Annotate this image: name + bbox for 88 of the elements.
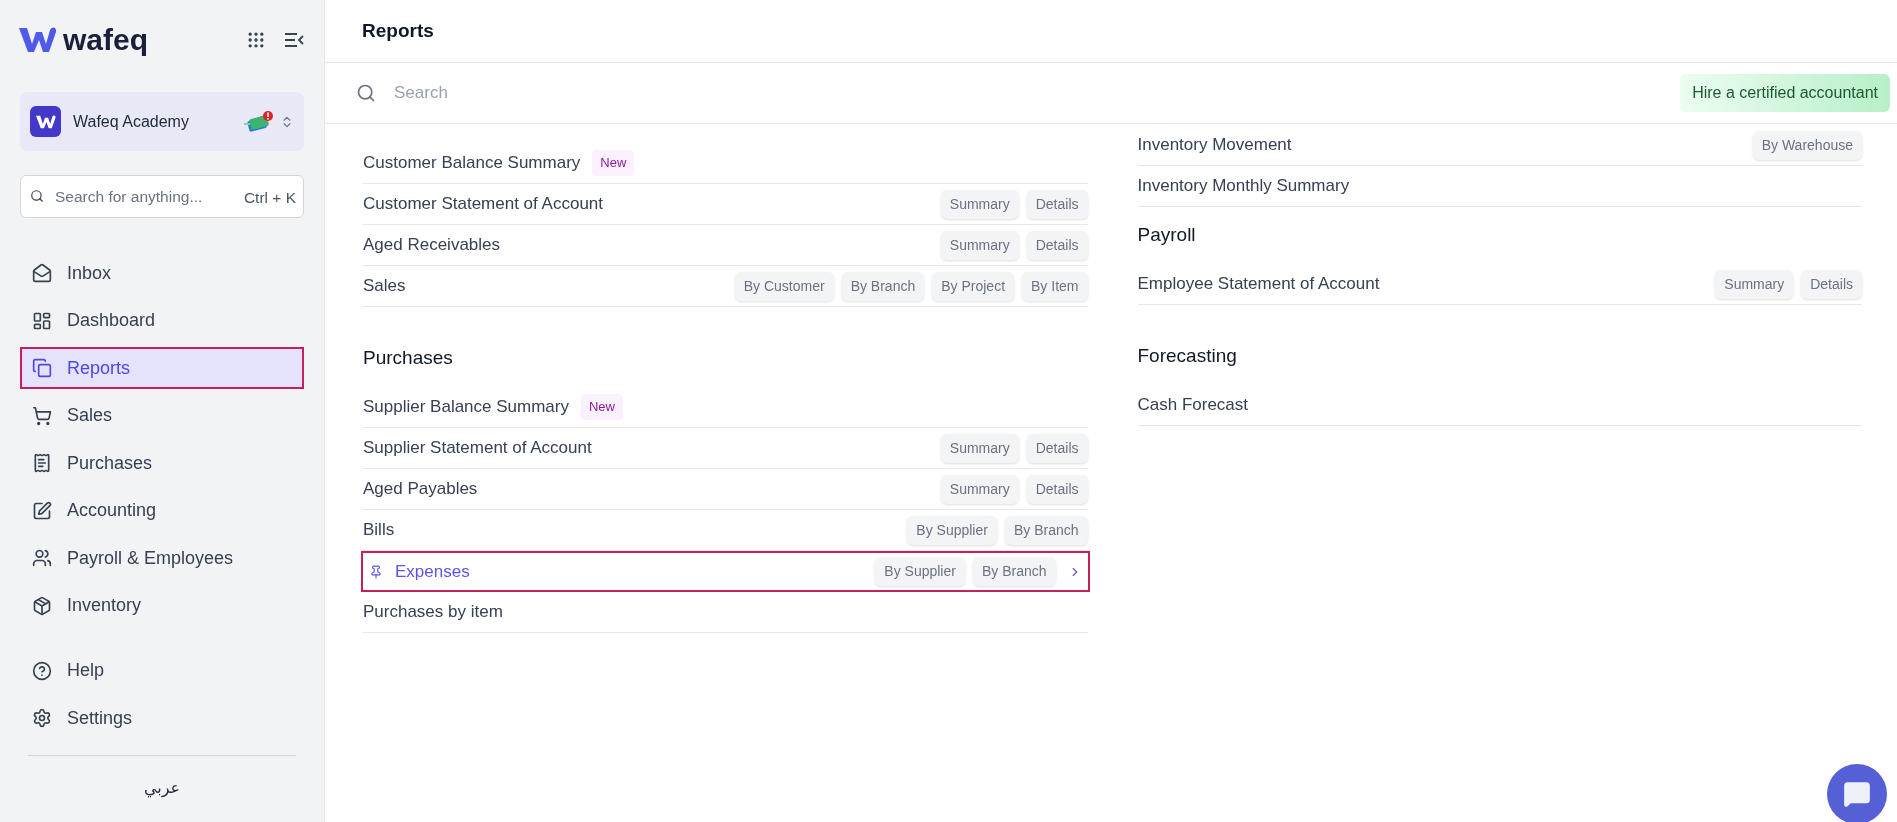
logo-text: wafeq bbox=[63, 25, 149, 55]
report-row[interactable]: Aged Receivables Summary Details bbox=[363, 225, 1088, 266]
box-icon bbox=[32, 595, 52, 616]
sidebar-nav-item[interactable]: Reports bbox=[20, 347, 304, 389]
search-icon bbox=[356, 83, 376, 103]
pin-icon[interactable] bbox=[369, 564, 383, 579]
logo-icon bbox=[19, 26, 57, 54]
report-search-field[interactable]: Search bbox=[394, 80, 1681, 106]
report-row[interactable]: Inventory Monthly Summary bbox=[1137, 166, 1862, 207]
report-row[interactable]: Supplier Statement of Account Summary Details bbox=[363, 428, 1088, 469]
collapse-menu-icon[interactable] bbox=[284, 32, 304, 48]
new-tag: New bbox=[581, 394, 623, 420]
report-row[interactable]: Aged Payables Summary Details bbox=[363, 469, 1088, 510]
search-icon bbox=[30, 189, 44, 203]
report-variant-button[interactable]: By Customer bbox=[734, 271, 834, 301]
report-link[interactable]: Cash Forecast bbox=[1137, 392, 1249, 418]
keyboard-shortcut: Ctrl + K bbox=[243, 188, 296, 208]
report-link[interactable]: Aged Payables bbox=[363, 476, 478, 502]
report-link[interactable]: Customer Statement of Account bbox=[363, 191, 603, 217]
sidebar-nav-item[interactable]: Accounting bbox=[20, 489, 304, 532]
organization-name: Wafeq Academy bbox=[73, 111, 189, 132]
organization-switcher[interactable]: Wafeq Academy bbox=[20, 92, 304, 151]
report-variant-button[interactable]: By Branch bbox=[972, 557, 1056, 586]
envelope-icon bbox=[32, 263, 52, 283]
report-link[interactable]: Employee Statement of Account bbox=[1137, 271, 1380, 297]
sidebar-nav-item[interactable]: Sales bbox=[20, 394, 304, 437]
report-variant-button[interactable]: Summary bbox=[940, 189, 1019, 219]
organization-logo-icon bbox=[30, 106, 61, 137]
report-row[interactable]: Customer Balance Summary New bbox=[363, 143, 1088, 184]
report-variant-button[interactable]: By Supplier bbox=[907, 515, 997, 545]
report-row[interactable]: Supplier Balance Summary New bbox=[363, 387, 1088, 428]
report-row[interactable]: Bills By Supplier By Branch bbox=[363, 510, 1088, 551]
report-variant-button[interactable]: By Project bbox=[932, 271, 1015, 301]
report-row[interactable]: Employee Statement of Account Summary Details bbox=[1137, 264, 1862, 305]
report-variant-button[interactable]: By Branch bbox=[841, 271, 925, 301]
report-row[interactable]: Customer Statement of Account Summary Details bbox=[363, 184, 1088, 225]
report-row[interactable]: Sales By Customer By Branch By Project By Item bbox=[363, 266, 1088, 307]
sidebar-nav-item[interactable]: Dashboard bbox=[20, 299, 304, 342]
report-variant-button[interactable]: By Warehouse bbox=[1752, 130, 1862, 160]
section-heading: Forecasting bbox=[1137, 344, 1238, 368]
hire-accountant-button[interactable]: Hire a certified accountant bbox=[1680, 74, 1890, 112]
language-switch-link[interactable]: عربي bbox=[143, 776, 181, 800]
report-link[interactable]: Expenses bbox=[395, 558, 470, 585]
people-icon bbox=[32, 548, 52, 568]
report-row[interactable]: Inventory Movement By Warehouse bbox=[1137, 125, 1862, 166]
copy-icon bbox=[32, 358, 52, 378]
dashboard-icon bbox=[32, 310, 52, 331]
section-heading: Payroll bbox=[1137, 223, 1197, 247]
page-title: Reports bbox=[362, 18, 434, 43]
sidebar-nav-item[interactable]: Settings bbox=[20, 697, 304, 739]
section-heading: Purchases bbox=[363, 346, 454, 370]
sidebar-nav-item[interactable]: Inbox bbox=[20, 252, 304, 294]
report-link[interactable]: Bills bbox=[363, 517, 395, 543]
report-variant-button[interactable]: By Branch bbox=[1004, 515, 1088, 545]
chat-button[interactable] bbox=[1827, 764, 1887, 822]
report-link[interactable]: Supplier Statement of Account bbox=[363, 435, 592, 461]
sidebar-nav-item[interactable]: Help bbox=[20, 649, 304, 692]
report-link[interactable]: Sales bbox=[363, 273, 406, 299]
report-variant-button[interactable]: Details bbox=[1026, 433, 1088, 463]
report-link[interactable]: Purchases by item bbox=[363, 599, 503, 625]
report-variant-button[interactable]: Details bbox=[1801, 269, 1862, 299]
report-variant-button[interactable]: Details bbox=[1026, 189, 1088, 219]
report-variant-button[interactable]: Summary bbox=[940, 474, 1019, 504]
report-link[interactable]: Supplier Balance Summary bbox=[363, 394, 569, 420]
help-icon bbox=[32, 660, 52, 681]
report-link[interactable]: Inventory Movement bbox=[1137, 132, 1292, 158]
receipt-icon bbox=[32, 453, 52, 473]
report-variant-button[interactable]: Summary bbox=[1715, 269, 1794, 299]
report-row[interactable]: Cash Forecast bbox=[1137, 385, 1862, 426]
report-link[interactable]: Customer Balance Summary bbox=[363, 150, 581, 176]
report-link[interactable]: Aged Receivables bbox=[363, 232, 501, 258]
cart-icon bbox=[32, 405, 52, 426]
report-row[interactable]: Expenses By Supplier By Branch bbox=[361, 551, 1090, 592]
report-row[interactable]: Purchases by item bbox=[363, 592, 1088, 633]
report-variant-button[interactable]: By Item bbox=[1022, 271, 1088, 301]
report-variant-button[interactable]: Summary bbox=[940, 433, 1019, 463]
sidebar-nav-item[interactable]: Inventory bbox=[20, 584, 304, 627]
report-variant-button[interactable]: Summary bbox=[940, 230, 1019, 260]
report-variant-button[interactable]: Details bbox=[1026, 474, 1088, 504]
sidebar-nav-item[interactable]: Payroll & Employees bbox=[20, 537, 304, 579]
sidebar-nav-item[interactable]: Purchases bbox=[20, 442, 304, 484]
settings-icon bbox=[32, 708, 52, 728]
apps-grid-icon[interactable] bbox=[246, 30, 266, 50]
report-variant-button[interactable]: By Supplier bbox=[875, 557, 965, 586]
report-link[interactable]: Inventory Monthly Summary bbox=[1137, 173, 1350, 199]
chat-bubble-icon bbox=[1843, 780, 1871, 808]
new-tag: New bbox=[592, 150, 635, 176]
report-variant-button[interactable]: Details bbox=[1026, 230, 1088, 260]
